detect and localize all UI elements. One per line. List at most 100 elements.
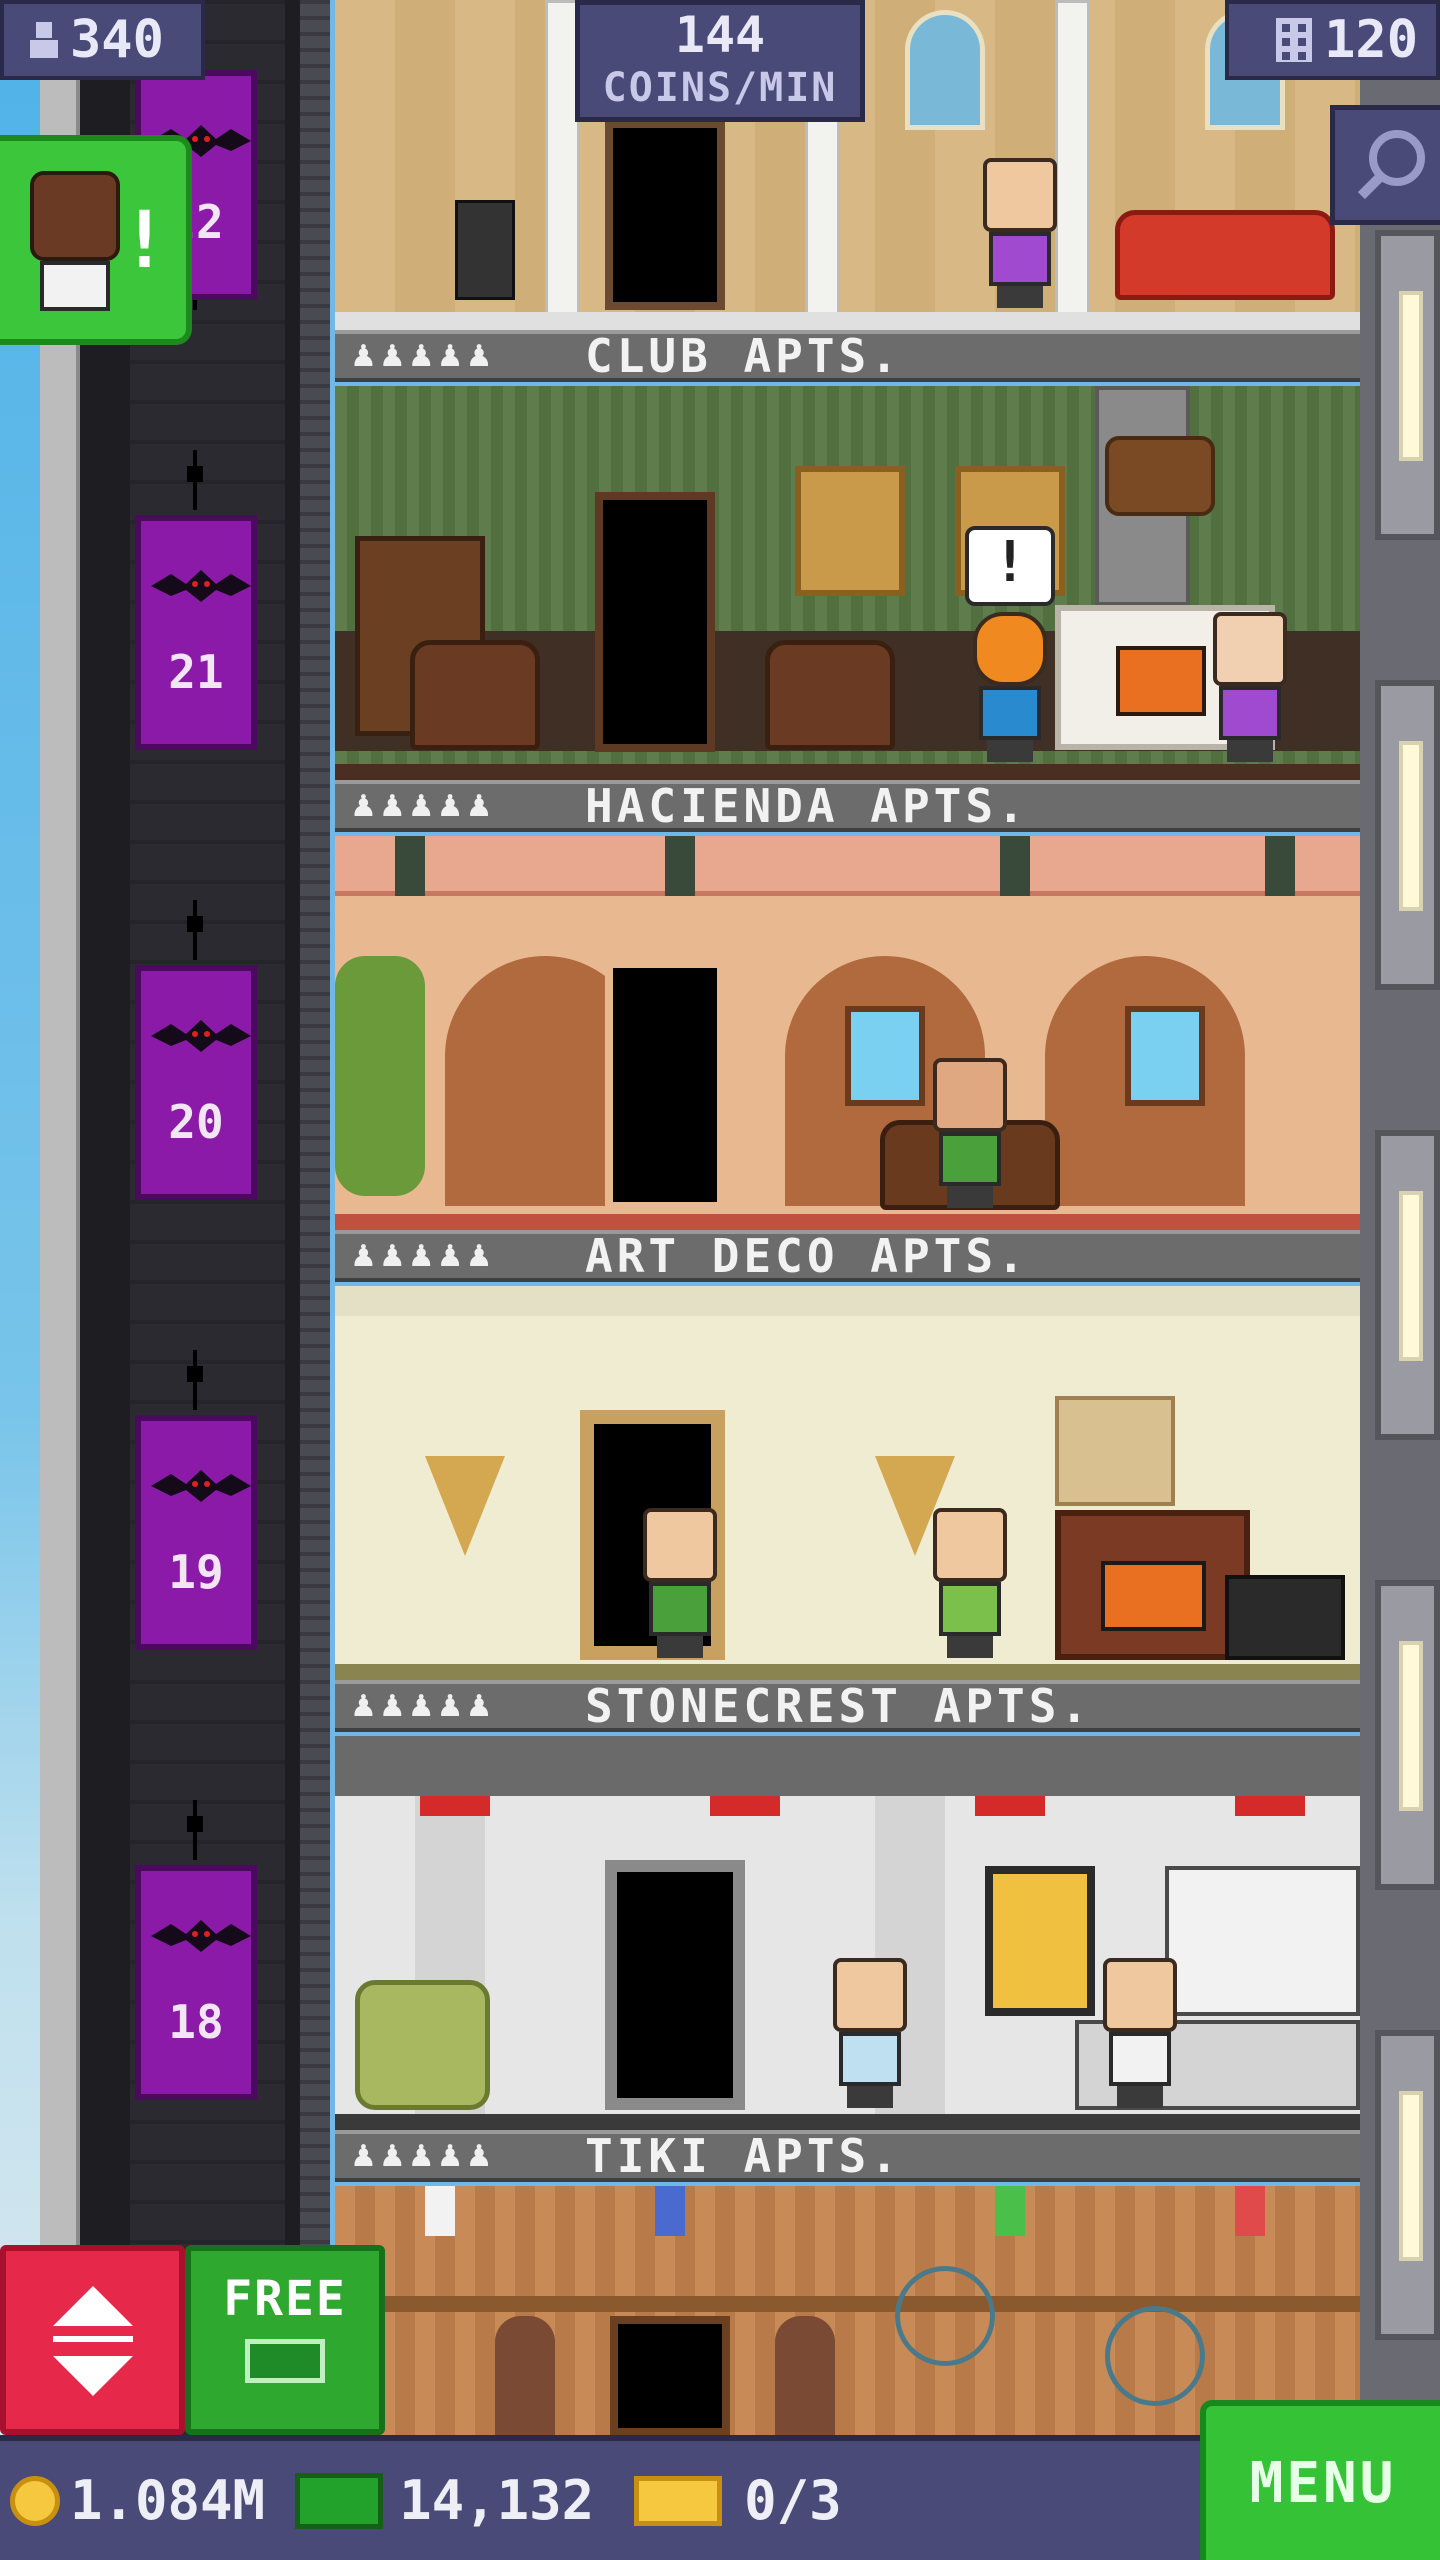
hanging-lantern [665, 836, 695, 896]
bat-icon [151, 1020, 251, 1052]
floor-modern-apts[interactable] [335, 1736, 1360, 2130]
kitchen-cabinets [1165, 1866, 1360, 2016]
bat-finial-icon [183, 900, 207, 960]
floor-stonecrest-apts[interactable] [335, 1286, 1360, 1680]
resident-person[interactable] [825, 1958, 915, 2108]
floor-count-value: 120 [1324, 10, 1418, 70]
apartment-door [610, 2316, 730, 2436]
bat-icon [151, 570, 251, 602]
ceiling-lamp [975, 1796, 1045, 1816]
resident-person[interactable] [925, 1058, 1015, 1208]
elevator-floor-number: 18 [168, 1995, 224, 2049]
apartment-door [605, 120, 725, 310]
resident-person[interactable] [975, 158, 1065, 308]
resident-notification-button[interactable]: ! [0, 135, 192, 345]
floor-star-rating: ♟♟♟♟♟ [350, 338, 495, 374]
pendant-lamp [995, 2186, 1025, 2236]
portrait-frame [795, 466, 905, 596]
elevator-car-21[interactable]: 21 [135, 515, 257, 750]
floor-name: CLUB APTS. [585, 329, 902, 383]
elevator-shaft-rail [300, 0, 330, 2560]
red-sofa [1115, 210, 1335, 300]
floor-art-deco-apts[interactable] [335, 836, 1360, 1230]
apartment-door [605, 960, 725, 1210]
birdcage [1105, 2306, 1205, 2406]
resident-pumpkin-head[interactable] [965, 612, 1055, 762]
floor-counter[interactable]: 120 [1225, 0, 1440, 80]
coin-icon [10, 2475, 60, 2526]
bat-finial-icon [183, 1350, 207, 1410]
population-counter[interactable]: 340 [0, 0, 205, 80]
floor-label-tiki-apts: ♟♟♟♟♟ TIKI APTS. [335, 2129, 1360, 2183]
window-light [1399, 1191, 1423, 1361]
window-light [1399, 2091, 1423, 2261]
elevator-floor-number: 19 [168, 1545, 224, 1599]
coins-per-minute-label: COINS/MIN [602, 65, 838, 111]
tower-window [1375, 2030, 1440, 2340]
menu-button[interactable]: MENU [1200, 2400, 1440, 2560]
ceiling-lamp [710, 1796, 780, 1816]
birdcage [895, 2266, 995, 2366]
floor-name: HACIENDA APTS. [585, 779, 1029, 833]
coins-value: 1.084M [70, 2469, 266, 2532]
building-icon [1276, 18, 1313, 62]
window-light [1399, 291, 1423, 461]
tower-left-wall [40, 0, 80, 2560]
floor-label-stonecrest-apts: ♟♟♟♟♟ STONECREST APTS. [335, 1679, 1360, 1733]
floor-label-hacienda-apts: ♟♟♟♟♟ HACIENDA APTS. [335, 779, 1360, 833]
bat-icon [151, 1470, 251, 1502]
population-value: 340 [70, 10, 164, 70]
elevator-floor-number: 20 [168, 1095, 224, 1149]
floor-star-rating: ♟♟♟♟♟ [350, 2138, 495, 2174]
up-down-arrows-icon [53, 2286, 133, 2396]
resident-person[interactable] [1095, 1958, 1185, 2108]
zoom-button[interactable] [1330, 105, 1440, 225]
floor-name: STONECREST APTS. [585, 1679, 1093, 1733]
coins-per-minute-panel: 144 COINS/MIN [575, 0, 865, 122]
potted-plant [335, 956, 425, 1196]
elevator-car-20[interactable]: 20 [135, 965, 257, 1200]
floor-tiki-apts[interactable] [335, 2186, 1360, 2436]
leather-armchair [410, 640, 540, 750]
ceiling-lamp [420, 1796, 490, 1816]
hanging-lantern [395, 836, 425, 896]
arched-window [905, 10, 985, 130]
bux-value: 14,132 [399, 2469, 595, 2532]
floor-hacienda-apts[interactable]: ! [335, 386, 1360, 780]
hanging-lantern [1000, 836, 1030, 896]
fireplace [1055, 1510, 1250, 1660]
elevator-button[interactable] [0, 2245, 185, 2435]
free-bux-button[interactable]: FREE [185, 2245, 385, 2435]
floor-name: TIKI APTS. [585, 2129, 902, 2183]
framed-poster [985, 1866, 1095, 2016]
pendant-lamp [425, 2186, 455, 2236]
elevator-car-19[interactable]: 19 [135, 1415, 257, 1650]
tower-window [1375, 230, 1440, 540]
ceiling-lamp [1235, 1796, 1305, 1816]
sky-background [0, 0, 40, 2560]
leather-armchair [765, 640, 895, 750]
hanging-lantern [1265, 836, 1295, 896]
resident-person[interactable] [925, 1508, 1015, 1658]
resident-person[interactable] [635, 1508, 725, 1658]
exclamation-icon: ! [121, 196, 168, 286]
floor-star-rating: ♟♟♟♟♟ [350, 1238, 495, 1274]
green-armchair [355, 1980, 490, 2110]
tower-window [1375, 1580, 1440, 1890]
bux-icon [295, 2472, 384, 2529]
floor-star-rating: ♟♟♟♟♟ [350, 1688, 495, 1724]
bat-icon [151, 1920, 251, 1952]
framed-flowers [1055, 1396, 1175, 1506]
window [845, 1006, 925, 1106]
apartment-door [605, 1860, 745, 2110]
resident-person[interactable] [1205, 612, 1295, 762]
floor-star-rating: ♟♟♟♟♟ [350, 788, 495, 824]
tiki-statue [775, 2316, 835, 2436]
free-button-label: FREE [223, 2271, 347, 2327]
speech-bubble-alert[interactable]: ! [965, 526, 1055, 606]
person-icon [30, 22, 58, 58]
tower-window [1375, 1130, 1440, 1440]
floor-label-art-deco-apts: ♟♟♟♟♟ ART DECO APTS. [335, 1229, 1360, 1283]
elevator-car-18[interactable]: 18 [135, 1865, 257, 2100]
window-light [1399, 741, 1423, 911]
